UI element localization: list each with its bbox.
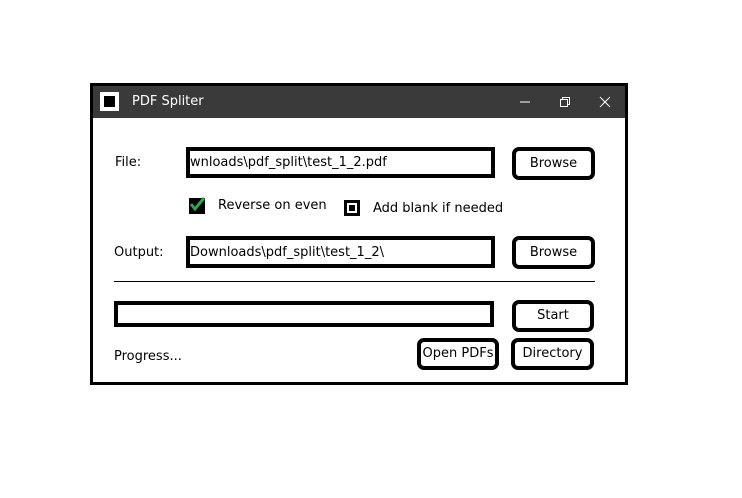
progress-bar bbox=[114, 301, 494, 327]
progress-status-text: Progress... bbox=[114, 349, 182, 364]
minimize-button[interactable] bbox=[505, 86, 545, 118]
output-path-field[interactable] bbox=[186, 236, 495, 268]
separator bbox=[114, 281, 595, 282]
restore-icon bbox=[560, 97, 570, 107]
file-browse-button[interactable]: Browse bbox=[512, 147, 595, 180]
output-browse-button[interactable]: Browse bbox=[512, 236, 595, 269]
close-button[interactable] bbox=[585, 86, 625, 118]
start-button[interactable]: Start bbox=[512, 300, 594, 332]
title-bar[interactable]: PDF Spliter bbox=[93, 86, 625, 118]
checkmark-icon bbox=[189, 197, 206, 212]
output-path-input[interactable] bbox=[190, 240, 491, 264]
add-blank-checkbox[interactable] bbox=[344, 200, 360, 216]
directory-button[interactable]: Directory bbox=[511, 338, 594, 370]
open-pdfs-button[interactable]: Open PDFs bbox=[417, 338, 499, 370]
window-title: PDF Spliter bbox=[132, 94, 204, 109]
minimize-icon bbox=[520, 101, 530, 103]
output-label: Output: bbox=[114, 245, 164, 260]
file-path-input[interactable] bbox=[190, 151, 491, 174]
file-label: File: bbox=[115, 155, 142, 170]
reverse-on-even-checkbox[interactable] bbox=[189, 197, 206, 214]
app-icon bbox=[100, 92, 119, 111]
restore-button[interactable] bbox=[545, 86, 585, 118]
add-blank-label: Add blank if needed bbox=[373, 201, 504, 216]
file-path-field[interactable] bbox=[186, 147, 495, 178]
close-icon bbox=[599, 96, 611, 108]
app-window: PDF Spliter File: Browse Reverse bbox=[90, 83, 628, 385]
reverse-on-even-label: Reverse on even bbox=[218, 198, 327, 213]
